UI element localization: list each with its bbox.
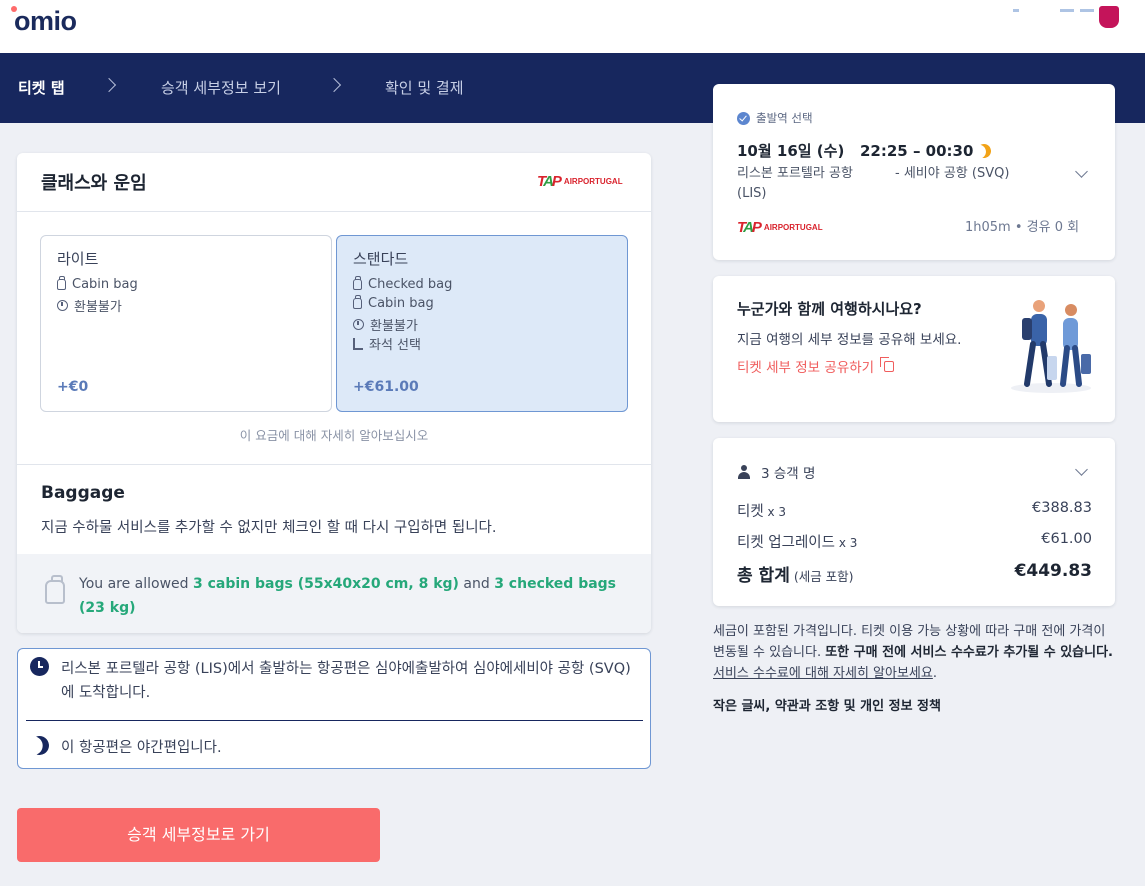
share-title: 누군가와 함께 여행하시나요? (737, 300, 922, 318)
trip-label: 출발역 선택 (737, 110, 813, 126)
step-confirm-pay[interactable]: 확인 및 결제 (385, 77, 464, 98)
divider (17, 211, 651, 212)
baggage-title: Baggage (41, 483, 125, 503)
origin: 리스본 포르텔라 공항 (LIS) (737, 166, 853, 201)
moon-icon (975, 142, 993, 160)
continue-to-passenger-details-button[interactable]: 승객 세부정보로 가기 (17, 808, 380, 862)
info-circle-icon (57, 300, 68, 311)
price-row-upgrade: 티켓 업그레이드 x 3 €61.00 (737, 531, 1092, 551)
fare-feature: 좌석 선택 (353, 334, 421, 353)
chevron-right-icon (101, 77, 117, 93)
service-fee-link[interactable]: 서비스 수수료에 대해 자세히 알아보세요 (713, 666, 933, 681)
passenger-count[interactable]: 3 승객 명 (737, 462, 815, 482)
price-row-ticket: 티켓 x 3 €388.83 (737, 500, 1092, 520)
trip-summary-card[interactable]: 출발역 선택 10월 16일 (수) 22:25 – 00:30 리스본 포르텔… (713, 84, 1115, 260)
language-icon[interactable] (1013, 9, 1019, 12)
fare-feature: Cabin bag (353, 295, 434, 311)
moon-icon (27, 733, 51, 757)
travelers-illustration (1011, 300, 1091, 393)
fare-feature: 환불불가 (353, 315, 418, 334)
trip-date-time: 10월 16일 (수) 22:25 – 00:30 (737, 140, 991, 161)
chevron-right-icon (326, 77, 342, 93)
fare-price: +€0 (57, 379, 89, 395)
divider (26, 720, 643, 721)
fare-feature: Checked bag (353, 276, 452, 292)
share-ticket-link[interactable]: 티켓 세부 정보 공유하기 (737, 356, 895, 376)
fare-option-standard[interactable]: 스탠다드 Checked bag Cabin bag 환불불가 좌석 선택 +€… (336, 235, 628, 412)
fare-feature: Cabin bag (57, 276, 138, 292)
fare-feature: 환불불가 (57, 296, 122, 315)
fare-learn-more-link[interactable]: 이 요금에 대해 자세히 알아보십시오 (17, 425, 651, 444)
person-icon (737, 465, 751, 479)
fare-option-light[interactable]: 라이트 Cabin bag 환불불가 +€0 (40, 235, 332, 412)
clock-icon (30, 657, 49, 676)
departure-notice: 리스본 포르텔라 공항 (LIS)에서 출발하는 항공편은 심야에출발하여 심야… (30, 657, 640, 705)
currency-icon[interactable] (1060, 9, 1074, 12)
price-summary-card: 3 승객 명 티켓 x 3 €388.83 티켓 업그레이드 x 3 €61.0… (713, 438, 1115, 606)
trip-duration: 1h05m • 경유 0 회 (965, 220, 1080, 235)
seat-icon (353, 337, 363, 350)
fare-name: 라이트 (57, 250, 99, 268)
divider (17, 464, 651, 465)
baggage-allowance-text: You are allowed 3 cabin bags (55x40x20 c… (79, 576, 617, 616)
step-ticket[interactable]: 티켓 탭 (18, 77, 65, 98)
checked-bag-icon (353, 276, 362, 290)
tap-air-portugal-logo: TAP AIRPORTUGAL (737, 219, 823, 236)
price-note: 세금이 포함된 가격입니다. 티켓 이용 가능 상황에 따라 구매 전에 가격이… (713, 624, 1113, 681)
night-flight-notice: 이 항공편은 야간편입니다. (30, 736, 222, 760)
fare-card-title: 클래스와 운임 (41, 173, 147, 194)
info-circle-icon (353, 319, 364, 330)
logo-dot-icon (11, 6, 17, 12)
check-circle-icon (737, 111, 750, 125)
account-avatar[interactable] (1099, 6, 1119, 28)
menu-icon[interactable] (1080, 9, 1094, 12)
bag-icon (57, 276, 66, 290)
chevron-down-icon[interactable] (1075, 463, 1088, 476)
fare-name: 스탠다드 (353, 250, 409, 268)
top-header: omio (0, 0, 1145, 53)
omio-logo[interactable]: omio (11, 6, 77, 37)
price-total: 총 합계 (세금 포함) €449.83 (737, 561, 1092, 586)
share-trip-card: 누군가와 함께 여행하시나요? 지금 여행의 세부 정보를 공유해 보세요. 티… (713, 276, 1115, 422)
baggage-description: 지금 수하물 서비스를 추가할 수 없지만 체크인 할 때 다시 구입하면 됩니… (41, 520, 497, 536)
fare-card: 클래스와 운임 TAP AIRPORTUGAL 라이트 Cabin bag 환불… (17, 153, 651, 633)
bag-icon (353, 295, 362, 309)
baggage-allowance: You are allowed 3 cabin bags (55x40x20 c… (17, 554, 651, 633)
tap-air-portugal-logo: TAP AIRPORTUGAL (537, 173, 623, 190)
chevron-down-icon[interactable] (1075, 165, 1088, 178)
flight-notice: 리스본 포르텔라 공항 (LIS)에서 출발하는 항공편은 심야에출발하여 심야… (17, 648, 651, 769)
step-passenger-details[interactable]: 승객 세부정보 보기 (161, 77, 281, 98)
share-description: 지금 여행의 세부 정보를 공유해 보세요. (737, 332, 962, 348)
fare-price: +€61.00 (353, 379, 419, 395)
copy-icon (880, 356, 895, 372)
destination: - 세비야 공항 (SVQ) (895, 166, 1010, 181)
backpack-icon (45, 575, 65, 604)
terms-links[interactable]: 작은 글씨, 약관과 조항 및 개인 정보 정책 (713, 695, 941, 714)
